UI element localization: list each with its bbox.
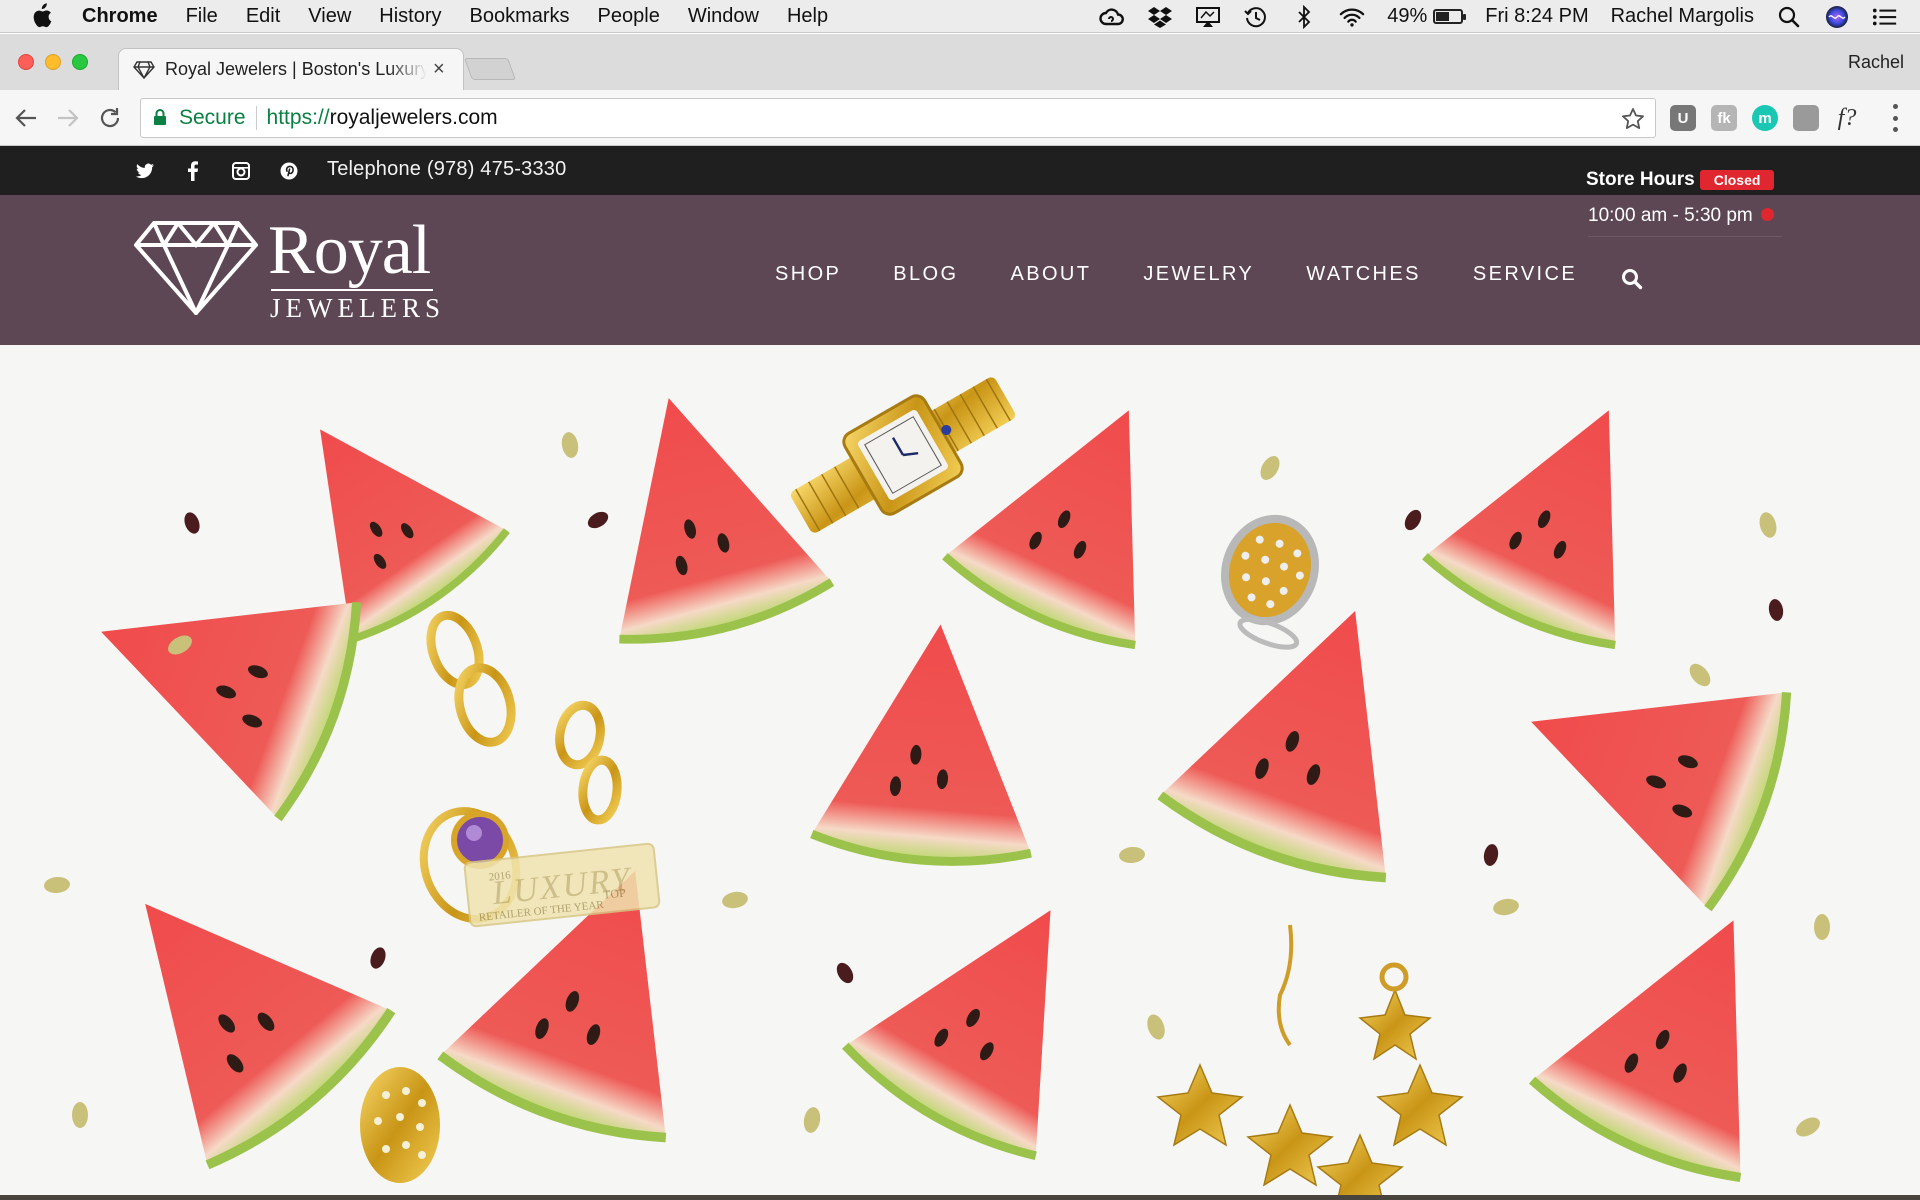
social-links: [134, 160, 300, 182]
forward-arrow-icon[interactable]: [52, 102, 84, 134]
telephone-text[interactable]: Telephone (978) 475-3330: [327, 158, 566, 181]
battery-icon: [1433, 9, 1467, 24]
menubar-status-area: 49% Fri 8:24 PM Rachel Margolis: [1099, 0, 1898, 33]
store-hours-label: Store Hours: [1586, 169, 1695, 190]
dropbox-icon[interactable]: [1147, 6, 1173, 28]
svg-text:TOP: TOP: [603, 885, 627, 901]
site-header: Royal JEWELERS SHOP BLOG ABOUT JEWELRY W…: [0, 195, 1920, 345]
apple-menu-icon[interactable]: [30, 2, 58, 30]
battery-indicator[interactable]: 49%: [1387, 5, 1467, 28]
mixmax-icon[interactable]: m: [1752, 105, 1778, 131]
hootsuite-icon[interactable]: fk: [1711, 105, 1737, 131]
site-topbar: Telephone (978) 475-3330 Store Hours Clo…: [0, 146, 1920, 195]
diamond-favicon-icon: [133, 60, 155, 79]
profile-button[interactable]: Rachel: [1848, 52, 1904, 73]
time-machine-icon[interactable]: [1243, 6, 1269, 28]
menu-view[interactable]: View: [308, 5, 351, 28]
diamond-logo-icon: [134, 221, 258, 315]
nav-blog[interactable]: BLOG: [893, 263, 958, 286]
nav-watches[interactable]: WATCHES: [1306, 263, 1421, 286]
store-hours-time: 10:00 am - 5:30 pm: [1588, 205, 1782, 237]
logo-wordmark-secondary: JEWELERS: [270, 293, 445, 323]
menu-people[interactable]: People: [598, 5, 660, 28]
battery-percent: 49%: [1387, 5, 1428, 27]
browser-tab-active[interactable]: Royal Jewelers | Boston's Luxury Jeweler…: [118, 48, 464, 90]
spotlight-icon[interactable]: [1776, 6, 1802, 28]
nav-service[interactable]: SERVICE: [1473, 263, 1577, 286]
menubar-clock[interactable]: Fri 8:24 PM: [1485, 5, 1588, 28]
omnibox-divider: [255, 106, 257, 130]
tab-title: Royal Jewelers | Boston's Luxury Jeweler: [165, 59, 427, 79]
logo-rule: [271, 289, 433, 291]
security-indicator[interactable]: Secure: [179, 106, 246, 130]
browser-tab-strip: Royal Jewelers | Boston's Luxury Jeweler…: [0, 34, 1920, 90]
creative-cloud-icon[interactable]: [1099, 6, 1125, 28]
siri-icon[interactable]: [1824, 5, 1850, 28]
menu-app-name[interactable]: Chrome: [82, 5, 158, 28]
nav-about[interactable]: ABOUT: [1010, 263, 1091, 286]
menu-bookmarks[interactable]: Bookmarks: [470, 5, 570, 28]
nav-jewelry[interactable]: JEWELRY: [1143, 263, 1254, 286]
wifi-icon[interactable]: [1339, 6, 1365, 28]
browser-toolbar: Secure https:// royaljewelers.com U fk m…: [0, 90, 1920, 146]
hours-underline: [1588, 236, 1782, 237]
hours-text: 10:00 am - 5:30 pm: [1588, 205, 1753, 226]
clipper-icon[interactable]: [1793, 105, 1819, 131]
address-bar[interactable]: Secure https:// royaljewelers.com: [140, 98, 1656, 138]
url-scheme: https://: [266, 106, 330, 129]
battery-level-fill: [1436, 12, 1449, 21]
menubar-user[interactable]: Rachel Margolis: [1611, 5, 1754, 28]
search-icon[interactable]: [1621, 268, 1643, 290]
reload-icon[interactable]: [94, 102, 126, 134]
store-hours: Store Hours Closed: [1586, 169, 1775, 191]
bookmark-star-icon[interactable]: [1621, 107, 1645, 131]
minimize-window-button[interactable]: [45, 54, 61, 70]
airplay-icon[interactable]: [1195, 6, 1221, 28]
back-arrow-icon[interactable]: [10, 102, 42, 134]
logo-wordmark-primary: Royal: [268, 212, 431, 289]
fontface-ninja-icon[interactable]: f?: [1834, 105, 1860, 131]
pinterest-icon[interactable]: [278, 160, 300, 182]
lock-icon: [153, 108, 169, 128]
url-host: royaljewelers.com: [329, 106, 498, 129]
hero-bottom-edge: [0, 1195, 1920, 1200]
bluetooth-icon[interactable]: [1291, 4, 1317, 29]
ublock-icon[interactable]: U: [1670, 105, 1696, 131]
menu-history[interactable]: History: [379, 5, 441, 28]
tab-close-icon[interactable]: ×: [433, 58, 445, 81]
menu-file[interactable]: File: [186, 5, 218, 28]
chrome-menu-icon[interactable]: [1890, 104, 1900, 132]
nav-shop[interactable]: SHOP: [775, 263, 841, 286]
macos-menubar: Chrome File Edit View History Bookmarks …: [0, 0, 1920, 33]
zoom-window-button[interactable]: [72, 54, 88, 70]
instagram-icon[interactable]: [230, 160, 252, 182]
menu-window[interactable]: Window: [688, 5, 759, 28]
menu-edit[interactable]: Edit: [246, 5, 280, 28]
facebook-icon[interactable]: [182, 160, 204, 182]
main-navigation: SHOP BLOG ABOUT JEWELRY WATCHES SERVICE: [775, 258, 1643, 290]
new-tab-button[interactable]: [463, 58, 517, 80]
royal-jewelers-logo[interactable]: Royal JEWELERS: [134, 212, 450, 323]
window-controls: [18, 54, 88, 70]
twitter-icon[interactable]: [134, 160, 156, 182]
closed-status-dot: [1760, 208, 1774, 221]
notification-center-icon[interactable]: [1872, 6, 1898, 28]
status-badge: Closed: [1699, 170, 1775, 190]
close-window-button[interactable]: [18, 54, 34, 70]
hero-banner[interactable]: 2016 LUXURY TOP RETAILER OF THE YEAR: [0, 345, 1920, 1195]
hero-illustration: 2016 LUXURY TOP RETAILER OF THE YEAR: [0, 345, 1920, 1195]
menu-help[interactable]: Help: [787, 5, 828, 28]
